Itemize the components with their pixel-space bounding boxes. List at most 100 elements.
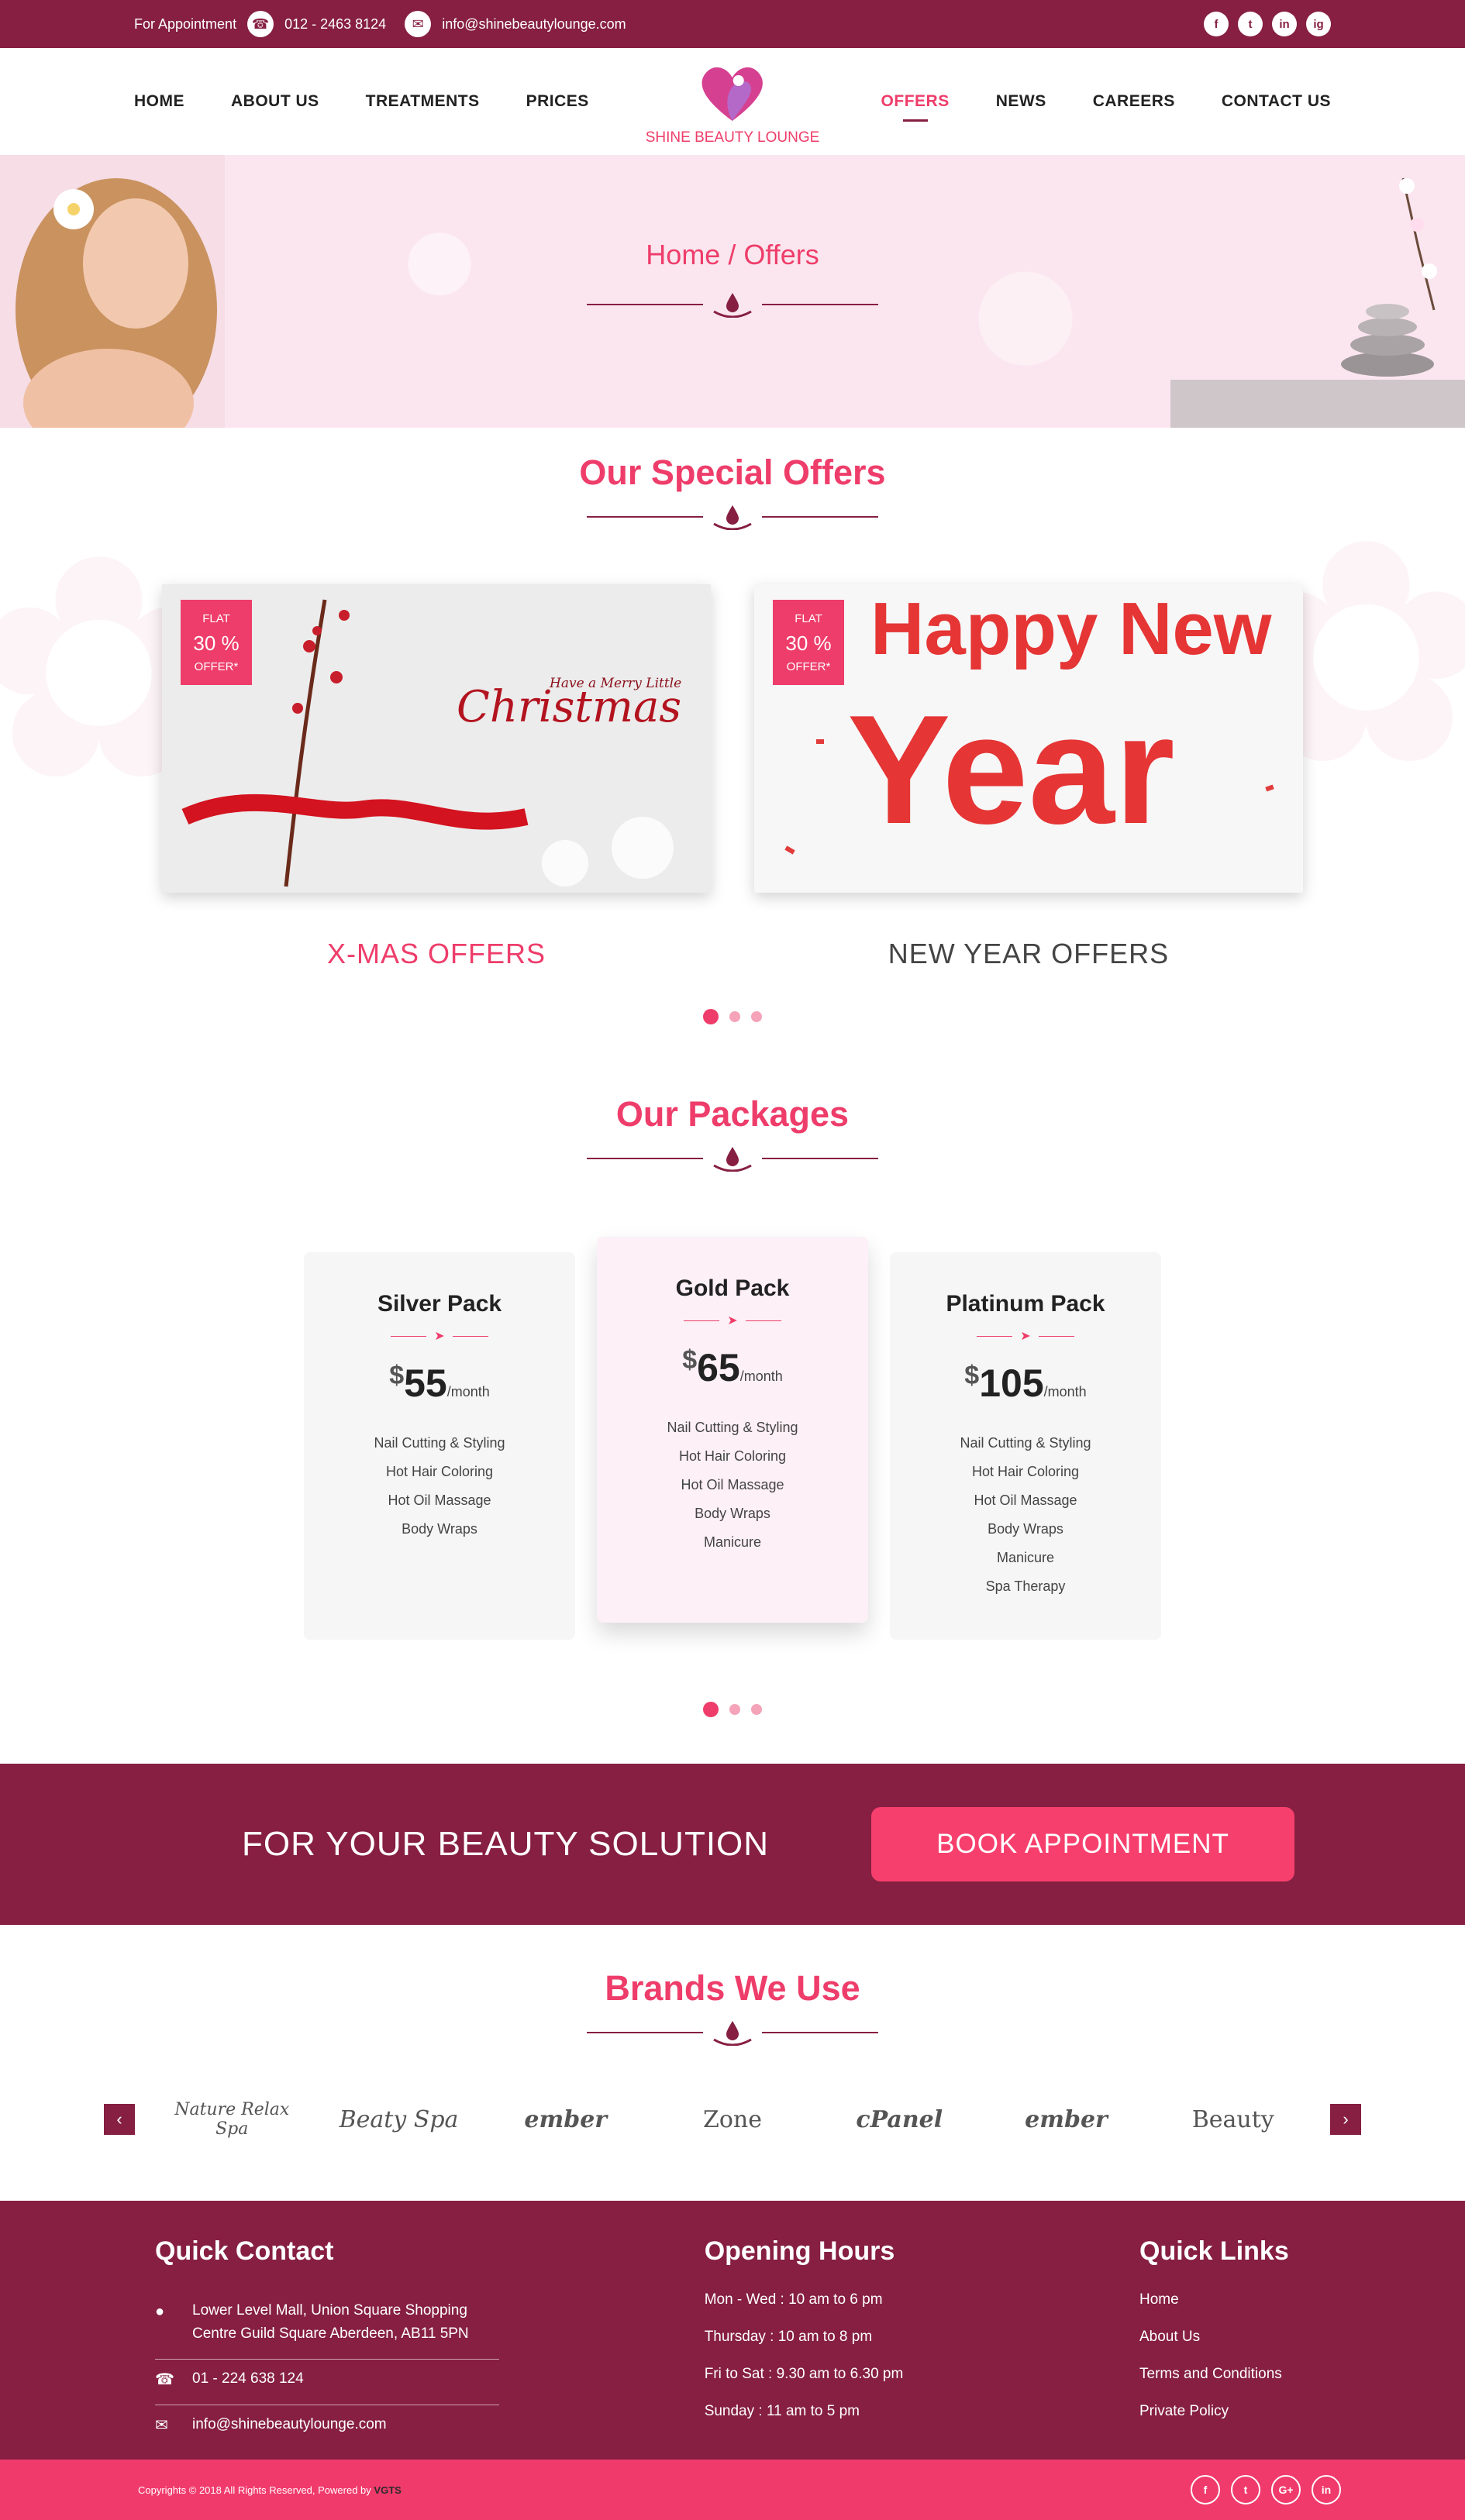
facebook-icon[interactable]: f	[1191, 2475, 1220, 2505]
offer-title-xmas[interactable]: X-MAS OFFERS	[162, 938, 711, 970]
powered-by-link[interactable]: VGTS	[374, 2484, 401, 2496]
carousel-dot[interactable]	[703, 1702, 719, 1717]
nav-news[interactable]: NEWS	[996, 92, 1046, 111]
footer-phone[interactable]: ☎ 01 - 224 638 124	[155, 2358, 499, 2405]
copyright-bar: Copyrights © 2018 All Rights Reserved, P…	[0, 2460, 1465, 2520]
package-features: Nail Cutting & Styling Hot Hair Coloring…	[667, 1420, 798, 1550]
package-name: Platinum Pack	[946, 1291, 1105, 1317]
main-nav: HOME ABOUT US TREATMENTS PRICES SHINE BE…	[0, 48, 1465, 155]
nav-offers[interactable]: OFFERS	[881, 92, 950, 111]
new-year-offer-image: Happy New Year FLAT 30 % OFFER*	[754, 584, 1303, 893]
packages-divider	[0, 1145, 1465, 1172]
special-offers-section: ✿ ✿ Our Special Offers FLAT 30 % OFFER* …	[0, 428, 1465, 1024]
hours-row: Mon - Wed : 10 am to 6 pm	[704, 2291, 883, 2308]
offer-title-new-year[interactable]: NEW YEAR OFFERS	[754, 938, 1303, 970]
footer-email[interactable]: ✉ info@shinebeautylounge.com	[155, 2404, 499, 2450]
facebook-icon[interactable]: f	[1204, 12, 1229, 36]
chevron-right-icon[interactable]: ›	[1330, 2104, 1361, 2135]
nav-contact[interactable]: CONTACT US	[1222, 92, 1331, 111]
cta-text: FOR YOUR BEAUTY SOLUTION	[242, 1825, 770, 1863]
nav-home[interactable]: HOME	[134, 92, 184, 111]
carousel-dot[interactable]	[751, 1704, 762, 1715]
package-card-silver[interactable]: Silver Pack ➤ $55/month Nail Cutting & S…	[304, 1252, 575, 1640]
brands-section: Brands We Use ‹ Nature Relax Spa Beaty S…	[0, 1925, 1465, 2139]
package-price: $55/month	[389, 1361, 490, 1405]
brand-logo: Beauty	[1191, 2105, 1274, 2133]
footer-heading: Quick Links	[1139, 2236, 1289, 2266]
book-appointment-button[interactable]: BOOK APPOINTMENT	[871, 1807, 1294, 1881]
brand-logo: cPanel	[856, 2105, 943, 2133]
logo-text: SHINE BEAUTY LOUNGE	[645, 129, 820, 146]
package-divider: ➤	[597, 1313, 868, 1328]
brand-logo: Nature Relax Spa	[174, 2100, 290, 2139]
footer-heading: Quick Contact	[155, 2236, 334, 2266]
phone-icon: ☎	[247, 11, 274, 37]
footer-quick-links: Quick Links Home About Us Terms and Cond…	[1139, 2236, 1310, 2460]
linkedin-icon[interactable]: in	[1312, 2475, 1341, 2505]
mail-icon: ✉	[155, 2416, 168, 2434]
hours-row: Fri to Sat : 9.30 am to 6.30 pm	[704, 2366, 904, 2382]
carousel-dot[interactable]	[751, 1011, 762, 1022]
offers-divider	[0, 504, 1465, 530]
copyright-text: Copyrights © 2018 All Rights Reserved, P…	[138, 2484, 402, 2496]
section-title-packages: Our Packages	[615, 1094, 850, 1134]
package-name: Silver Pack	[377, 1291, 502, 1317]
packages-carousel-dots	[0, 1702, 1465, 1717]
page-banner: Home / Offers	[0, 155, 1465, 428]
footer-quick-contact: Quick Contact ● Lower Level Mall, Union …	[155, 2236, 499, 2460]
logo[interactable]: SHINE BEAUTY LOUNGE	[645, 60, 820, 146]
section-title-brands: Brands We Use	[605, 1968, 860, 2008]
cta-banner: FOR YOUR BEAUTY SOLUTION BOOK APPOINTMEN…	[0, 1764, 1465, 1925]
section-title-offers: Our Special Offers	[579, 453, 886, 492]
nav-careers[interactable]: CAREERS	[1093, 92, 1175, 111]
footer-link-terms[interactable]: Terms and Conditions	[1139, 2366, 1310, 2383]
bird-icon: ➤	[1020, 1330, 1031, 1343]
mail-icon: ✉	[405, 11, 432, 37]
footer-heading: Opening Hours	[704, 2236, 895, 2266]
hours-row: Thursday : 10 am to 8 pm	[704, 2329, 873, 2345]
footer-link-home[interactable]: Home	[1139, 2291, 1310, 2308]
nav-about[interactable]: ABOUT US	[231, 92, 319, 111]
drop-ornament-icon	[713, 505, 752, 530]
packages-section: Our Packages Silver Pack ➤ $55/month Nai…	[0, 1024, 1465, 1717]
instagram-icon[interactable]: ig	[1306, 12, 1331, 36]
topbar-phone[interactable]: 012 - 2463 8124	[284, 16, 386, 33]
package-card-gold[interactable]: Gold Pack ➤ $65/month Nail Cutting & Sty…	[597, 1237, 868, 1623]
nav-treatments[interactable]: TREATMENTS	[366, 92, 480, 111]
nav-prices[interactable]: PRICES	[526, 92, 589, 111]
package-price: $105/month	[964, 1361, 1087, 1405]
bird-icon: ➤	[434, 1330, 445, 1343]
new-year-text-top: Happy New	[870, 587, 1272, 670]
hours-row: Sunday : 11 am to 5 pm	[704, 2403, 860, 2419]
top-bar: For Appointment ☎ 012 - 2463 8124 ✉ info…	[0, 0, 1465, 48]
banner-divider	[0, 291, 1465, 318]
package-divider: ➤	[890, 1328, 1161, 1344]
footer-link-privacy[interactable]: Private Policy	[1139, 2403, 1310, 2420]
brand-logo: ember	[524, 2105, 608, 2133]
carousel-dot[interactable]	[729, 1011, 740, 1022]
location-pin-icon: ●	[155, 2303, 165, 2320]
carousel-dot[interactable]	[703, 1009, 719, 1024]
xmas-offer-image: FLAT 30 % OFFER* Have a Merry Little Chr…	[162, 584, 711, 893]
google-plus-icon[interactable]: G+	[1271, 2475, 1301, 2505]
brand-carousel: ‹ Nature Relax Spa Beaty Spa ember Zone …	[0, 2100, 1465, 2139]
chevron-left-icon[interactable]: ‹	[104, 2104, 135, 2135]
linkedin-icon[interactable]: in	[1272, 12, 1297, 36]
topbar-email[interactable]: info@shinebeautylounge.com	[442, 16, 626, 33]
footer-opening-hours: Opening Hours Mon - Wed : 10 am to 6 pm …	[705, 2236, 904, 2460]
breadcrumb: Home / Offers	[646, 239, 819, 270]
package-divider: ➤	[304, 1328, 575, 1344]
brands-divider	[0, 2019, 1465, 2046]
twitter-icon[interactable]: t	[1231, 2475, 1260, 2505]
package-features: Nail Cutting & Styling Hot Hair Coloring…	[960, 1435, 1091, 1594]
carousel-dot[interactable]	[729, 1704, 740, 1715]
package-price: $65/month	[682, 1345, 783, 1389]
package-card-platinum[interactable]: Platinum Pack ➤ $105/month Nail Cutting …	[890, 1252, 1161, 1640]
offer-card-xmas[interactable]: FLAT 30 % OFFER* Have a Merry Little Chr…	[162, 584, 711, 970]
xmas-greeting-big: Christmas	[457, 682, 682, 732]
new-year-text-big: Year	[847, 683, 1175, 856]
twitter-icon[interactable]: t	[1238, 12, 1263, 36]
footer-link-about[interactable]: About Us	[1139, 2329, 1310, 2346]
offer-card-new-year[interactable]: Happy New Year FLAT 30 % OFFER* NEW YEAR…	[754, 584, 1303, 970]
bird-icon: ➤	[727, 1314, 738, 1327]
